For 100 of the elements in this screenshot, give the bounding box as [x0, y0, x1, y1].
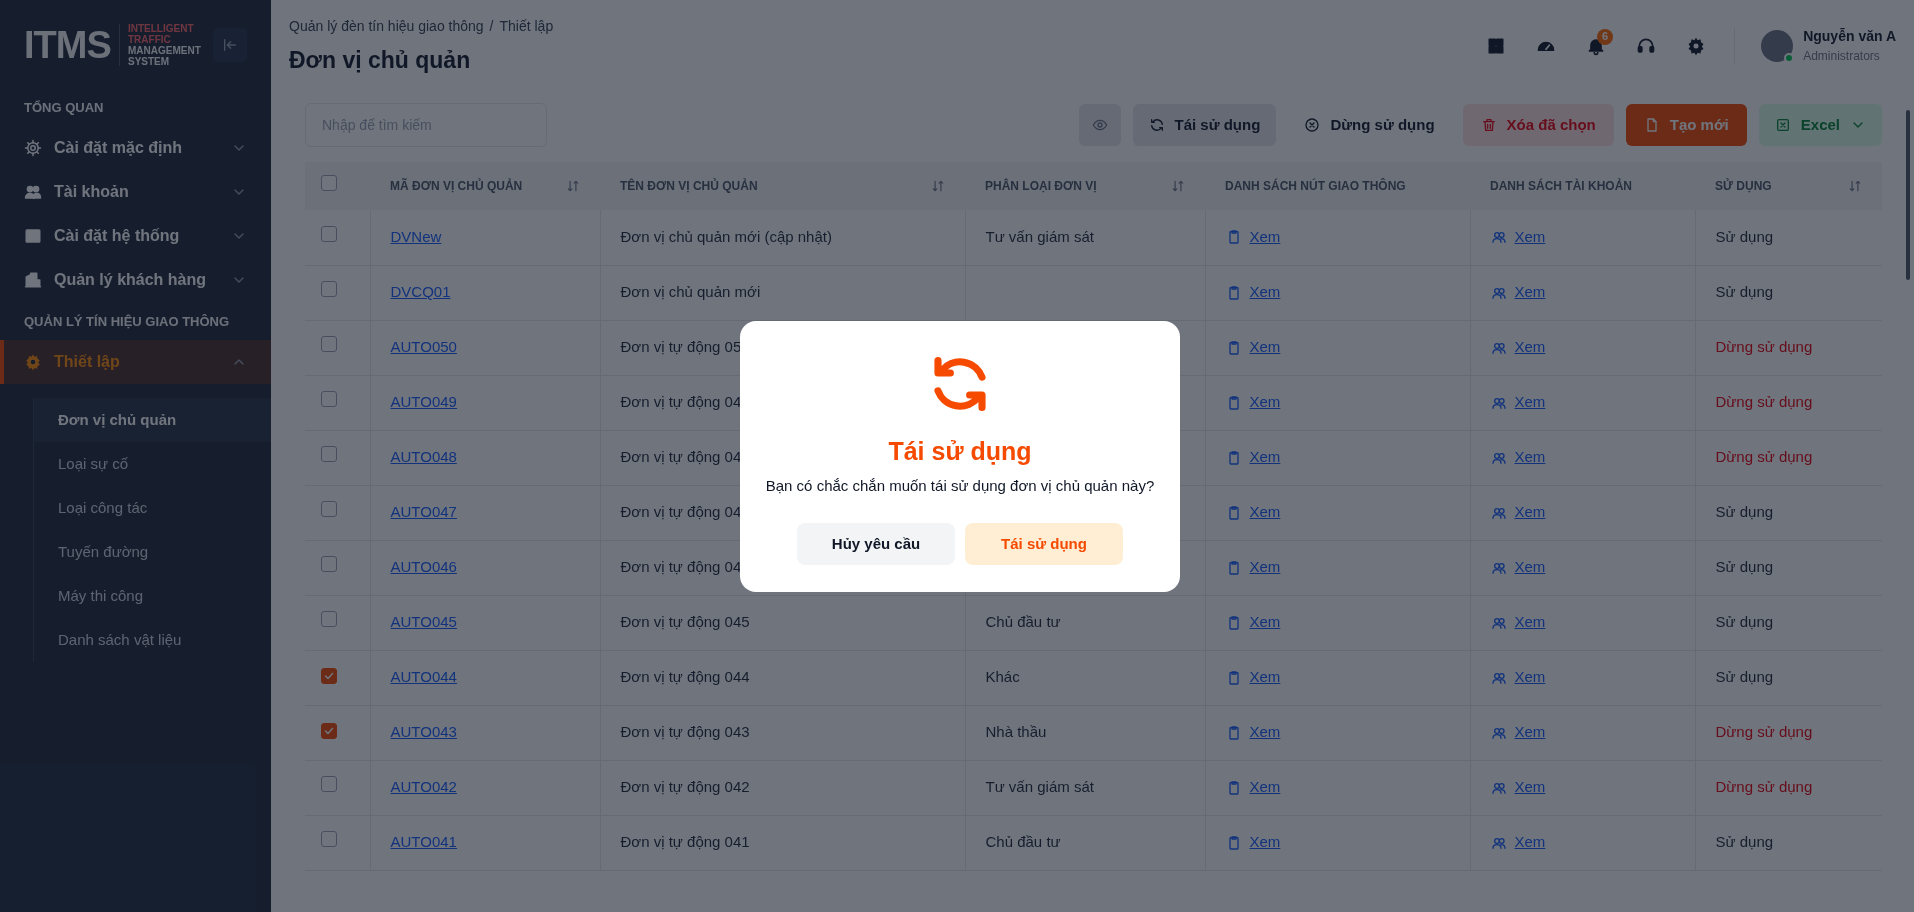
breadcrumb-link[interactable]: Quản lý đèn tín hiệu giao thông [289, 16, 484, 37]
checkbox[interactable] [321, 831, 337, 848]
reuse-button[interactable]: Tái sử dụng [1132, 104, 1277, 146]
checkbox[interactable] [321, 281, 337, 298]
collapse-icon [222, 37, 238, 53]
nodes-link[interactable]: Xem [1249, 556, 1281, 579]
checkbox[interactable] [321, 501, 337, 518]
nodes-link[interactable]: Xem [1249, 391, 1281, 414]
logo-tagline: SYSTEM [128, 56, 171, 67]
column-header: PHÂN LOẠI ĐƠN VỊ [985, 177, 1097, 195]
collapse-sidebar-button[interactable] [213, 28, 247, 62]
accounts-link[interactable]: Xem [1514, 226, 1546, 249]
accounts-link[interactable]: Xem [1514, 611, 1546, 634]
sidebar-subitem[interactable]: Tuyến đường [34, 530, 271, 574]
code-link[interactable]: AUTO041 [390, 833, 457, 851]
nodes-link[interactable]: Xem [1249, 226, 1281, 249]
checkbox[interactable] [321, 174, 337, 191]
table-cell: Đơn vị tự động 041 [620, 833, 750, 851]
table-cell: Tư vấn giám sát [985, 228, 1094, 245]
nodes-link[interactable]: Xem [1249, 776, 1281, 799]
sidebar-item[interactable]: Cài đặt mặc định [0, 126, 271, 170]
logo-tagline: TRAFFIC [128, 34, 172, 45]
status-text: Sử dụng [1715, 228, 1774, 245]
column-header: TÊN ĐƠN VỊ CHỦ QUẢN [620, 177, 758, 195]
delete-selected-button[interactable]: Xóa đã chọn [1462, 104, 1614, 146]
table-cell: Đơn vị tự động 04 [620, 393, 742, 411]
status-text: Sử dụng [1715, 558, 1774, 576]
status-text: Sử dụng [1715, 283, 1774, 301]
nodes-link[interactable]: Xem [1249, 721, 1281, 744]
breadcrumb-link[interactable]: Thiết lập [499, 16, 554, 37]
sidebar-subitem[interactable]: Đơn vị chủ quản [34, 398, 271, 442]
status-text: Dừng sử dụng [1715, 393, 1813, 411]
sidebar-item[interactable]: Tài khoản [0, 170, 271, 214]
nodes-link[interactable]: Xem [1249, 336, 1281, 359]
spreadsheet-icon [1774, 117, 1791, 133]
code-link[interactable]: AUTO049 [390, 393, 457, 411]
section-heading: QUẢN LÝ TÍN HIỆU GIAO THÔNG [23, 313, 231, 332]
sidebar-item[interactable]: Thiết lập [0, 340, 271, 384]
table-cell: Đơn vị tự động 04 [620, 558, 742, 576]
checkbox[interactable] [321, 556, 337, 573]
confirm-reuse-button[interactable]: Tái sử dụng [965, 523, 1123, 565]
scrollbar[interactable] [1906, 110, 1910, 280]
sidebar-subitem[interactable]: Danh sách vật liệu [34, 618, 271, 662]
table-cell: Tư vấn giám sát [985, 778, 1094, 796]
code-link[interactable]: AUTO047 [390, 503, 457, 521]
create-button[interactable]: Tạo mới [1625, 104, 1747, 146]
checkbox[interactable] [321, 446, 337, 463]
nodes-link[interactable]: Xem [1249, 446, 1281, 469]
user-role: Administrators [1803, 48, 1881, 65]
sidebar-subitem[interactable]: Loại công tác [34, 486, 271, 530]
bell-button[interactable]: 6 [1579, 28, 1614, 63]
accounts-link[interactable]: Xem [1514, 391, 1546, 414]
excel-button[interactable]: Excel [1758, 104, 1882, 146]
code-link[interactable]: DVNew [390, 228, 442, 245]
checkbox[interactable] [321, 776, 337, 793]
accounts-link[interactable]: Xem [1514, 831, 1546, 854]
stop-using-button[interactable]: Dừng sử dụng [1288, 104, 1451, 146]
accounts-link[interactable]: Xem [1514, 501, 1546, 524]
code-link[interactable]: AUTO050 [390, 338, 457, 356]
accounts-link[interactable]: Xem [1514, 281, 1546, 304]
table-cell: Đơn vị chủ quản mới (cập nhật) [620, 228, 832, 245]
checkbox[interactable] [321, 668, 337, 685]
code-link[interactable]: AUTO048 [390, 448, 457, 466]
x-circle-icon [1304, 117, 1321, 133]
column-header: SỬ DỤNG [1715, 177, 1772, 195]
column-header: MÃ ĐƠN VỊ CHỦ QUẢN [390, 177, 523, 195]
status-text: Dừng sử dụng [1715, 778, 1813, 796]
code-link[interactable]: AUTO042 [390, 778, 457, 796]
sidebar-item[interactable]: Quản lý khách hàng [0, 258, 271, 302]
status-text: Sử dụng [1715, 833, 1774, 851]
nodes-link[interactable]: Xem [1249, 281, 1281, 304]
code-link[interactable]: DVCQ01 [390, 283, 451, 301]
checkbox[interactable] [321, 226, 337, 242]
code-link[interactable]: AUTO043 [390, 723, 457, 741]
accounts-link[interactable]: Xem [1514, 721, 1546, 744]
nodes-link[interactable]: Xem [1249, 501, 1281, 524]
cancel-button[interactable]: Hủy yêu cầu [797, 523, 955, 565]
status-text: Sử dụng [1715, 668, 1774, 686]
checkbox[interactable] [321, 723, 337, 740]
checkbox[interactable] [321, 611, 337, 628]
sidebar-subitem[interactable]: Máy thi công [34, 574, 271, 618]
status-text: Sử dụng [1715, 613, 1774, 631]
accounts-link[interactable]: Xem [1514, 336, 1546, 359]
logo-tagline: INTELLIGENT [128, 23, 195, 34]
eye-button[interactable] [1078, 104, 1121, 146]
accounts-link[interactable]: Xem [1514, 776, 1546, 799]
nodes-link[interactable]: Xem [1249, 611, 1281, 634]
code-link[interactable]: AUTO045 [390, 613, 457, 631]
table-cell: Đơn vị tự động 04 [620, 503, 742, 521]
accounts-link[interactable]: Xem [1514, 446, 1546, 469]
accounts-link[interactable]: Xem [1514, 556, 1546, 579]
checkbox[interactable] [321, 336, 337, 353]
code-link[interactable]: AUTO046 [390, 558, 457, 576]
checkbox[interactable] [321, 391, 337, 408]
sidebar-item[interactable]: Cài đặt hệ thống [0, 214, 271, 258]
code-link[interactable]: AUTO044 [390, 668, 457, 686]
nodes-link[interactable]: Xem [1249, 831, 1281, 854]
nodes-link[interactable]: Xem [1249, 666, 1281, 689]
sidebar-subitem[interactable]: Loại sự cố [34, 442, 271, 486]
accounts-link[interactable]: Xem [1514, 666, 1546, 689]
